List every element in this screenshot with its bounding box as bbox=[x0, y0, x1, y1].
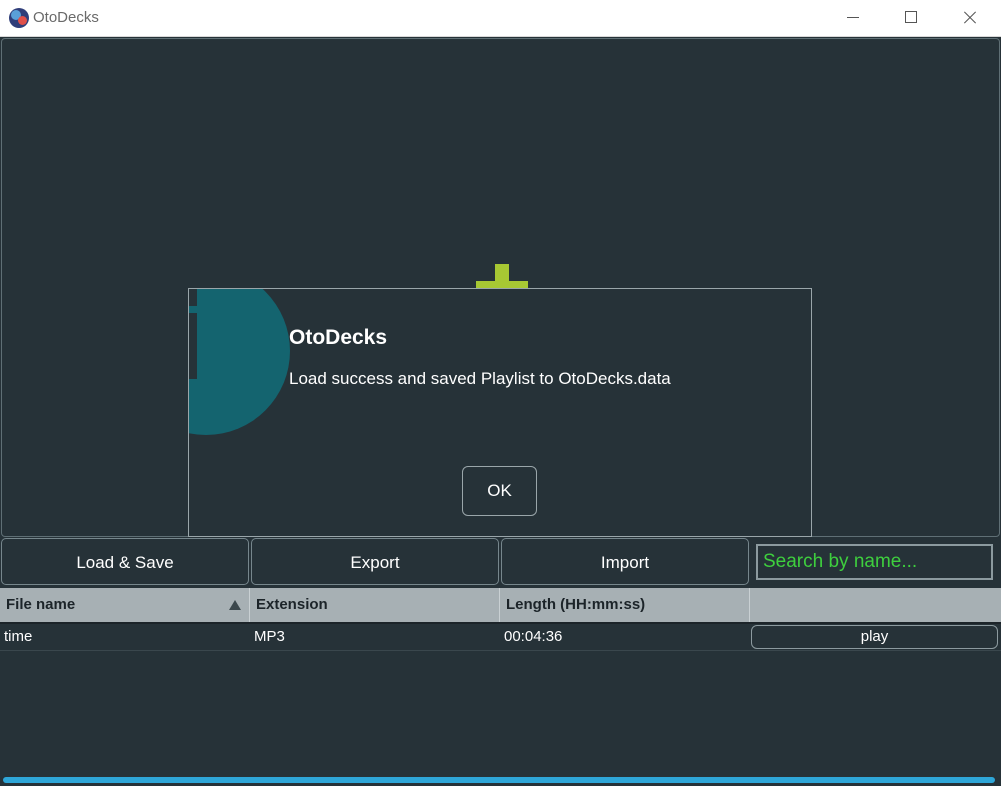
load-save-button[interactable]: Load & Save bbox=[1, 538, 249, 585]
horizontal-scrollbar[interactable] bbox=[3, 777, 995, 783]
window-title: OtoDecks bbox=[33, 9, 99, 26]
dialog-title: OtoDecks bbox=[289, 326, 388, 349]
dialog-message: Load success and saved Playlist to OtoDe… bbox=[289, 369, 671, 388]
ok-button[interactable]: OK bbox=[462, 466, 537, 516]
cell-length: 00:04:36 bbox=[504, 628, 563, 645]
app-logo-icon bbox=[9, 8, 29, 28]
play-button[interactable]: play bbox=[751, 625, 998, 649]
search-input[interactable] bbox=[756, 544, 993, 580]
playlist-header: File name Extension Length (HH:mm:ss) bbox=[0, 588, 1001, 624]
column-header-action[interactable] bbox=[750, 588, 1001, 622]
column-header-length[interactable]: Length (HH:mm:ss) bbox=[500, 588, 750, 622]
cell-file-name: time bbox=[4, 628, 33, 645]
export-button[interactable]: Export bbox=[251, 538, 499, 585]
column-label: Extension bbox=[256, 596, 328, 613]
maximize-button[interactable] bbox=[882, 0, 940, 36]
alert-dialog: OtoDecks Load success and saved Playlist… bbox=[188, 288, 812, 537]
sort-ascending-icon bbox=[229, 600, 241, 610]
maximize-icon bbox=[905, 11, 917, 23]
column-header-extension[interactable]: Extension bbox=[250, 588, 500, 622]
column-label: Length (HH:mm:ss) bbox=[506, 596, 646, 613]
import-button[interactable]: Import bbox=[501, 538, 749, 585]
info-icon bbox=[189, 289, 290, 435]
close-button[interactable] bbox=[940, 0, 998, 36]
minimize-button[interactable] bbox=[824, 0, 882, 36]
minimize-icon bbox=[847, 17, 859, 18]
column-header-file-name[interactable]: File name bbox=[0, 588, 250, 622]
cell-extension: MP3 bbox=[254, 628, 285, 645]
title-bar: OtoDecks bbox=[0, 0, 1001, 37]
column-label: File name bbox=[6, 596, 76, 613]
